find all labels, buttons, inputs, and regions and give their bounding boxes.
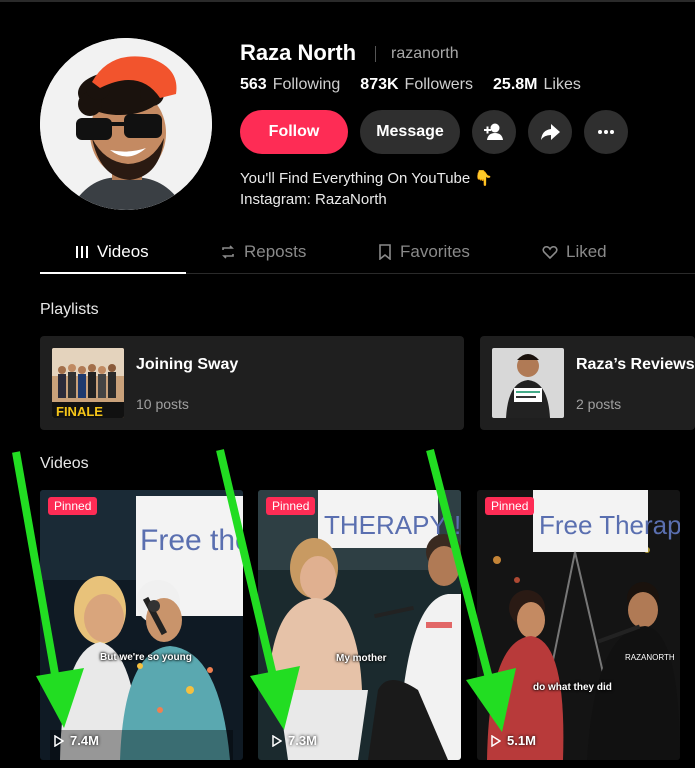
following-stat[interactable]: 563 Following: [240, 76, 340, 94]
playlist-card[interactable]: FINALE Joining Sway 10 posts: [40, 336, 464, 430]
videos-heading: Videos: [40, 455, 89, 472]
tab-label: Favorites: [400, 242, 470, 261]
followers-stat[interactable]: 873K Followers: [360, 76, 473, 94]
likes-stat: 25.8M Likes: [493, 76, 581, 94]
view-count: 5.1M: [491, 733, 536, 748]
tab-label: Liked: [566, 242, 607, 261]
playlists-heading: Playlists: [40, 301, 99, 318]
bio-line: You'll Find Everything On YouTube 👇: [240, 170, 494, 187]
playlist-thumbnail: FINALE: [52, 348, 124, 418]
following-count: 563: [240, 76, 267, 93]
play-icon: [272, 734, 282, 747]
video-caption: do what they did: [533, 682, 612, 693]
active-tab-indicator: [40, 272, 186, 274]
more-icon: [598, 130, 614, 134]
likes-label: Likes: [543, 76, 581, 93]
view-count-value: 5.1M: [507, 733, 536, 748]
pinned-badge: Pinned: [485, 497, 535, 515]
tab-label: Videos: [97, 242, 149, 261]
video-thumbnail: Free therapy: [40, 490, 243, 760]
tab-reposts[interactable]: Reposts: [220, 242, 306, 262]
video-card[interactable]: Free therapy Pinned But we're so young 7…: [40, 490, 243, 760]
profile-tabs: Videos Reposts Favorites Liked: [40, 236, 695, 274]
message-button[interactable]: Message: [360, 110, 460, 154]
playlist-title: Joining Sway: [136, 356, 239, 373]
playlist-card[interactable]: Raza’s Reviews 2 posts: [480, 336, 695, 430]
grid-icon: [76, 246, 88, 258]
play-icon: [54, 734, 64, 747]
more-options-button[interactable]: [584, 110, 628, 154]
sign-text: Free Therapy: [539, 510, 680, 540]
play-icon: [491, 734, 501, 747]
video-caption: But we're so young: [100, 652, 192, 663]
divider: [375, 46, 376, 62]
profile-name: Raza North: [240, 40, 357, 65]
playlist-thumb-text: FINALE: [56, 404, 103, 418]
view-count: 7.3M: [272, 733, 317, 748]
add-user-icon: [484, 123, 503, 140]
video-card[interactable]: Free Therapy RAZANORTH Pinned do what th…: [477, 490, 680, 760]
repost-icon: [222, 245, 234, 259]
video-thumbnail: Free Therapy RAZANORTH: [477, 490, 680, 760]
share-button[interactable]: [528, 110, 572, 154]
avatar[interactable]: [40, 38, 212, 210]
view-count-value: 7.4M: [70, 733, 99, 748]
playlist-thumbnail: [492, 348, 564, 418]
likes-count: 25.8M: [493, 76, 538, 93]
profile-handle: razanorth: [391, 45, 459, 62]
top-border: [0, 0, 695, 2]
sign-text: Free therapy: [140, 524, 243, 557]
playlist-count: 2 posts: [576, 396, 622, 412]
bio-link: Instagram: RazaNorth: [240, 191, 387, 208]
tab-favorites[interactable]: Favorites: [378, 242, 470, 262]
profile-stats: 563 Following 873K Followers 25.8M Likes: [240, 76, 581, 94]
shirt-text: RAZANORTH: [625, 653, 675, 662]
profile-bio: You'll Find Everything On YouTube 👇 Inst…: [240, 168, 493, 210]
follow-button[interactable]: Follow: [240, 110, 348, 154]
add-friend-button[interactable]: [472, 110, 516, 154]
pinned-badge: Pinned: [266, 497, 316, 515]
tab-videos[interactable]: Videos: [75, 242, 149, 262]
playlist-count: 10 posts: [136, 396, 189, 412]
tab-liked[interactable]: Liked: [542, 242, 607, 262]
share-icon: [541, 124, 560, 140]
view-count: 7.4M: [54, 733, 99, 748]
video-caption: My mother: [336, 653, 387, 664]
pinned-badge: Pinned: [48, 497, 98, 515]
bookmark-icon: [379, 244, 391, 260]
view-count-value: 7.3M: [288, 733, 317, 748]
heart-icon: [542, 245, 558, 260]
followers-count: 873K: [360, 76, 399, 93]
tab-label: Reposts: [244, 242, 307, 261]
followers-label: Followers: [404, 76, 474, 93]
following-label: Following: [272, 76, 341, 93]
video-card[interactable]: THERAPY!! Pinned My mother 7.3M: [258, 490, 461, 760]
video-thumbnail: THERAPY!!: [258, 490, 461, 760]
playlist-title: Raza’s Reviews: [576, 356, 695, 373]
